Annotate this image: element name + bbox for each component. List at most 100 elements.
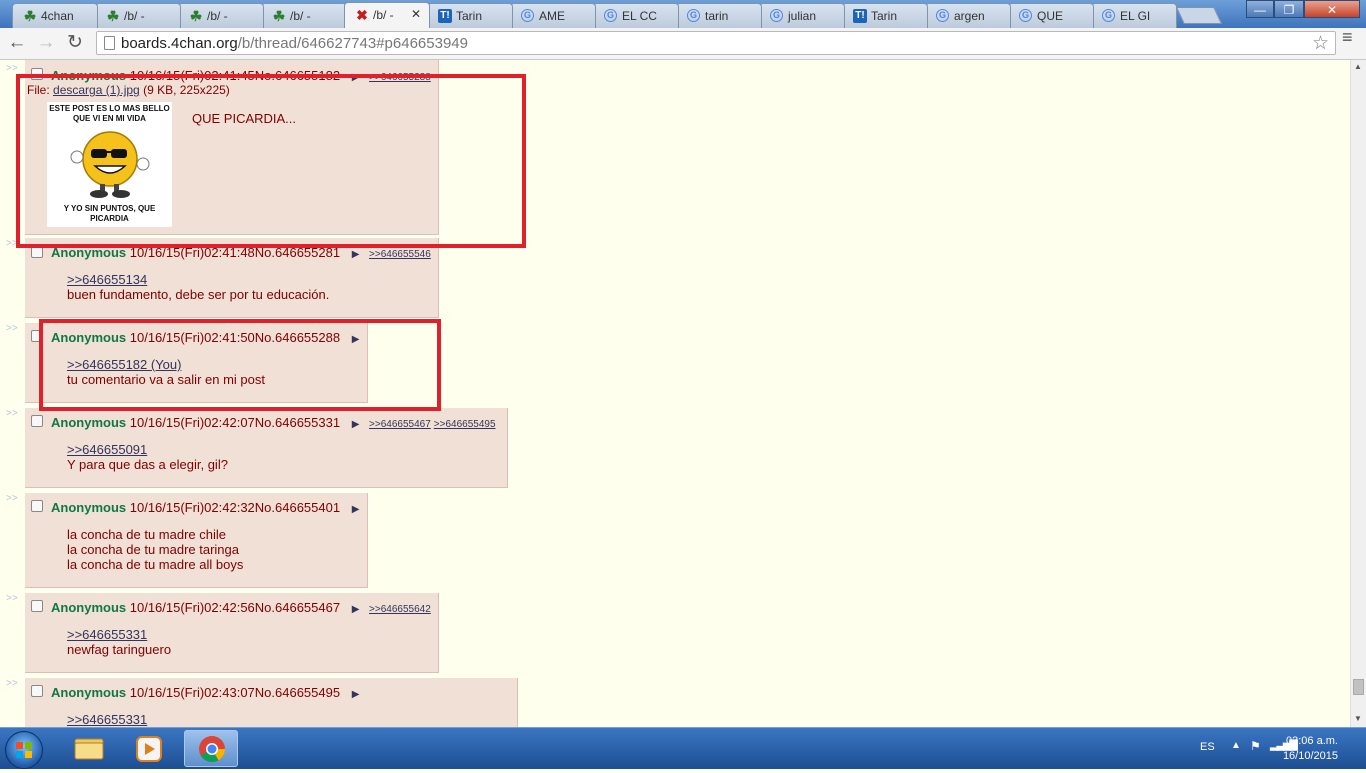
minimize-button[interactable]: —: [1246, 0, 1274, 18]
post-info: Anonymous 10/16/15(Fri)02:42:32No.646655…: [51, 500, 359, 515]
browser-tab-strip: ☘ 4chan ☘/b/ - ☘/b/ - ☘/b/ - ✖/b/ - ✕ T! Tarin G A…: [0, 0, 1366, 28]
backlink[interactable]: >>646655546: [369, 249, 431, 260]
url-text: boards.4chan.org/b/thread/646627743#p646…: [121, 35, 468, 52]
highlight-box: [16, 74, 526, 248]
post-menu-arrow-icon[interactable]: ▶: [352, 604, 360, 615]
post-body: >>646655331: [67, 712, 147, 727]
tab-title: Tarin: [456, 9, 483, 23]
post-number[interactable]: No.646655467: [255, 600, 340, 615]
browser-tab[interactable]: ✖ /b/ - ✕: [344, 2, 430, 28]
browser-tab[interactable]: G EL CC: [593, 3, 679, 28]
backlink[interactable]: >>646655642: [369, 604, 431, 615]
taskbar-explorer[interactable]: [62, 730, 116, 767]
browser-tab[interactable]: T! Tarin: [427, 3, 513, 28]
windows-taskbar: ES ▲ ⚑ ▂▃▅▇ 03:06 a.m. 16/10/2015: [0, 727, 1366, 769]
post: Anonymous 10/16/15(Fri)02:43:07No.646655…: [25, 678, 518, 727]
tab-title: EL GI: [1120, 9, 1151, 23]
tab-title: EL CC: [622, 9, 657, 23]
tab-title: argen: [954, 9, 985, 23]
chrome-icon: [199, 736, 226, 763]
system-tray: ES ▲ ⚑ ▂▃▅▇ 03:06 a.m. 16/10/2015: [1186, 728, 1366, 769]
post-datetime: 10/16/15(Fri)02:42:07: [129, 415, 255, 430]
page-scrollbar[interactable]: ▲ ▼: [1350, 60, 1366, 727]
browser-tab[interactable]: ☘ /b/ -: [95, 3, 181, 28]
tab-title: /b/ -: [207, 9, 228, 23]
tab-title: QUE: [1037, 9, 1064, 23]
browser-tab[interactable]: ☘ /b/ -: [178, 3, 264, 28]
quote-link[interactable]: >>646655134: [67, 272, 147, 287]
post-arrows: >>: [6, 408, 18, 419]
tray-arrow-icon[interactable]: ▲: [1231, 740, 1241, 751]
post-body: la concha de tu madre chile la concha de…: [67, 527, 243, 572]
post-menu-arrow-icon[interactable]: ▶: [352, 249, 360, 260]
post-datetime: 10/16/15(Fri)02:43:07: [129, 685, 255, 700]
browser-tab[interactable]: ☘ /b/ -: [261, 3, 347, 28]
post-datetime: 10/16/15(Fri)02:42:56: [129, 600, 255, 615]
close-window-button[interactable]: ✕: [1304, 0, 1360, 18]
browser-tab[interactable]: ☘ 4chan: [12, 3, 98, 28]
google-icon: G: [604, 9, 617, 22]
language-indicator[interactable]: ES: [1200, 741, 1215, 753]
backlink[interactable]: >>646655467: [369, 419, 431, 430]
scrollbar-thumb[interactable]: [1353, 679, 1364, 695]
post-arrows: >>: [6, 678, 18, 689]
address-bar[interactable]: boards.4chan.org/b/thread/646627743#p646…: [96, 31, 1336, 55]
post-checkbox[interactable]: [31, 600, 43, 612]
browser-tab[interactable]: G EL GI: [1091, 3, 1177, 28]
post-checkbox[interactable]: [31, 685, 43, 697]
quote-link[interactable]: >>646655331: [67, 627, 147, 642]
maximize-button[interactable]: ❐: [1274, 0, 1304, 18]
clover-icon: ☘: [106, 8, 120, 24]
post-menu-arrow-icon[interactable]: ▶: [352, 419, 360, 430]
menu-icon[interactable]: ≡: [1342, 28, 1356, 46]
taskbar-chrome[interactable]: [184, 730, 238, 767]
taskbar-media-player[interactable]: [122, 730, 176, 767]
clover-icon: ☘: [272, 8, 286, 24]
quote-link[interactable]: >>646655091: [67, 442, 147, 457]
browser-tab[interactable]: Gjulian: [759, 3, 845, 28]
post-number[interactable]: No.646655331: [255, 415, 340, 430]
clover-icon: ☘: [23, 8, 37, 24]
clock[interactable]: 03:06 a.m. 16/10/2015: [1283, 734, 1338, 764]
poster-name: Anonymous: [51, 685, 127, 700]
post-body: >>646655091 Y para que das a elegir, gil…: [67, 442, 228, 472]
new-tab-button[interactable]: [1176, 7, 1222, 24]
poster-name: Anonymous: [51, 600, 127, 615]
forward-button[interactable]: →: [35, 32, 57, 54]
bookmark-star-icon[interactable]: ☆: [1312, 32, 1329, 55]
thread-page: >> Anonymous 10/16/15(Fri)02:41:45No.646…: [0, 60, 1350, 727]
post-menu-arrow-icon[interactable]: ▶: [352, 504, 360, 515]
browser-tab[interactable]: G QUE: [1008, 3, 1094, 28]
tab-title: julian: [788, 9, 817, 23]
tab-close-icon[interactable]: ✕: [411, 7, 421, 21]
windows-logo-icon: [16, 742, 32, 758]
browser-tab[interactable]: G AME: [510, 3, 596, 28]
post-arrows: >>: [6, 493, 18, 504]
tab-title: /b/ -: [124, 9, 145, 23]
post-checkbox[interactable]: [31, 415, 43, 427]
reload-button[interactable]: ↻: [64, 32, 86, 54]
start-button[interactable]: [5, 731, 43, 769]
post-text-line: buen fundamento, debe ser por tu educaci…: [67, 287, 330, 302]
clover-icon: ☘: [189, 8, 203, 24]
flag-icon[interactable]: ⚑: [1250, 739, 1261, 753]
backlink[interactable]: >>646655495: [434, 419, 496, 430]
browser-tab[interactable]: Gtarin: [676, 3, 762, 28]
browser-tab[interactable]: Gargen: [925, 3, 1011, 28]
post-info: Anonymous 10/16/15(Fri)02:42:07No.646655…: [51, 415, 496, 430]
post-text-line: la concha de tu madre chile: [67, 527, 226, 542]
post-checkbox[interactable]: [31, 500, 43, 512]
scroll-down-arrow-icon[interactable]: ▼: [1354, 714, 1362, 723]
highlight-box: [39, 319, 441, 411]
post-menu-arrow-icon[interactable]: ▶: [352, 689, 360, 700]
browser-toolbar: ← → ↻ boards.4chan.org/b/thread/64662774…: [0, 28, 1366, 60]
browser-tab[interactable]: T! Tarin: [842, 3, 928, 28]
post-number[interactable]: No.646655495: [255, 685, 340, 700]
quote-link[interactable]: >>646655331: [67, 712, 147, 727]
back-button[interactable]: ←: [6, 32, 28, 54]
folder-icon: [74, 738, 104, 760]
post-arrows: >>: [6, 63, 18, 74]
post-number[interactable]: No.646655401: [255, 500, 340, 515]
scroll-up-arrow-icon[interactable]: ▲: [1354, 62, 1362, 71]
post-body: >>646655134 buen fundamento, debe ser po…: [67, 272, 329, 302]
